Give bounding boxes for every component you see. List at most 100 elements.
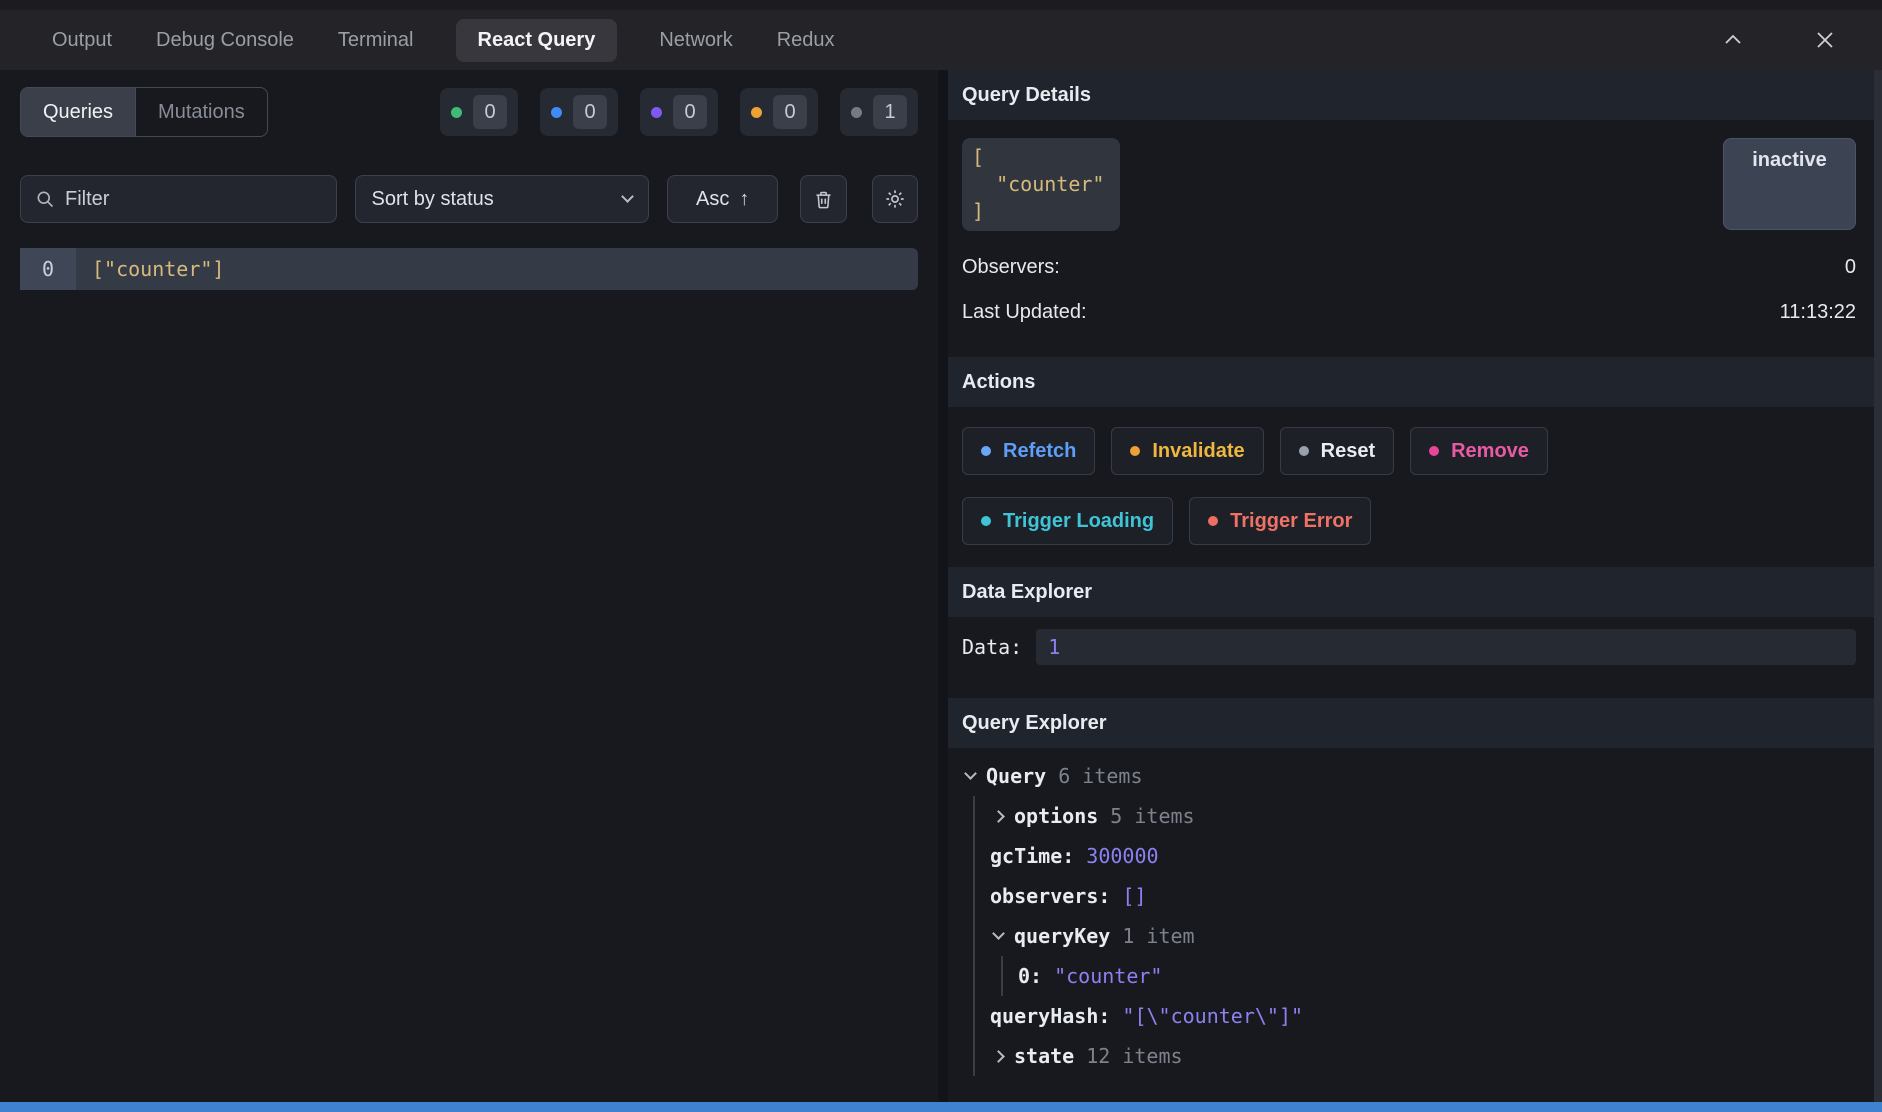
last-updated-label: Last Updated:: [962, 301, 1087, 324]
data-explorer-header: Data Explorer: [948, 567, 1882, 617]
close-icon: [1813, 28, 1837, 52]
last-updated-value: 11:13:22: [1780, 301, 1856, 324]
tree-value: 300000: [1086, 844, 1158, 868]
tree-key: state: [1014, 1044, 1074, 1068]
actions-title: Actions: [962, 371, 1035, 394]
reset-label: Reset: [1321, 440, 1375, 463]
tree-key: 0:: [1018, 964, 1042, 988]
sort-by-select[interactable]: Sort by status: [355, 175, 650, 223]
tree-meta: 5 items: [1110, 804, 1194, 828]
query-explorer-tree: Query 6 items options 5 items gcTime: 30…: [948, 748, 1882, 1076]
tree-meta: 12 items: [1086, 1044, 1182, 1068]
reset-button[interactable]: Reset: [1280, 427, 1394, 475]
trigger-error-label: Trigger Error: [1230, 510, 1352, 533]
tree-row-querykey-0: 0: "counter": [1018, 956, 1856, 996]
query-explorer-title: Query Explorer: [962, 712, 1107, 735]
fresh-count: 0: [473, 95, 507, 129]
stale-count: 0: [773, 95, 807, 129]
trigger-loading-dot-icon: [981, 516, 991, 526]
status-badge-stale[interactable]: 0: [740, 88, 818, 136]
clear-cache-button[interactable]: [800, 175, 846, 223]
tab-output[interactable]: Output: [50, 19, 114, 62]
invalidate-label: Invalidate: [1152, 440, 1244, 463]
gear-icon: [884, 188, 906, 210]
refetch-button[interactable]: Refetch: [962, 427, 1095, 475]
query-key-text: ["counter"]: [76, 248, 918, 290]
tree-key: queryHash:: [990, 1004, 1110, 1028]
query-details-title: Query Details: [962, 84, 1091, 107]
inactive-status-dot-icon: [851, 107, 862, 118]
tree-row-options[interactable]: options 5 items: [990, 796, 1856, 836]
chevron-down-icon[interactable]: [990, 934, 1006, 938]
tree-key: observers:: [990, 884, 1110, 908]
remove-button[interactable]: Remove: [1410, 427, 1548, 475]
tab-terminal[interactable]: Terminal: [336, 19, 416, 62]
sort-by-label: Sort by status: [372, 188, 494, 211]
trigger-loading-button[interactable]: Trigger Loading: [962, 497, 1173, 545]
query-list-row[interactable]: 0 ["counter"]: [20, 248, 918, 290]
query-explorer-header: Query Explorer: [948, 698, 1882, 748]
maximize-panel-button[interactable]: [1716, 23, 1750, 57]
refetch-dot-icon: [981, 446, 991, 456]
tree-row-querykey[interactable]: queryKey 1 item: [990, 916, 1856, 956]
querykey-children: 0: "counter": [1001, 956, 1856, 996]
tree-key: Query: [986, 764, 1046, 788]
tab-debug-console[interactable]: Debug Console: [154, 19, 296, 62]
remove-label: Remove: [1451, 440, 1529, 463]
selected-query-key-block: [ "counter" ]: [962, 138, 1120, 231]
chevron-down-icon: [622, 190, 635, 203]
chevron-right-icon[interactable]: [990, 812, 1006, 821]
trigger-error-button[interactable]: Trigger Error: [1189, 497, 1371, 545]
queries-toggle-button[interactable]: Queries: [21, 88, 136, 136]
tree-value: []: [1122, 884, 1146, 908]
queries-panel: Queries Mutations 0 0 0: [0, 70, 938, 1102]
tree-value: "counter": [1054, 964, 1162, 988]
react-query-devtools-panel: Output Debug Console Terminal React Quer…: [0, 0, 1882, 1112]
filter-search-box: [20, 175, 337, 223]
invalidate-dot-icon: [1130, 446, 1140, 456]
tree-row-queryhash: queryHash: "[\"counter\"]": [990, 996, 1856, 1036]
status-badge-paused[interactable]: 0: [640, 88, 718, 136]
query-status-badge: inactive: [1723, 138, 1856, 230]
filter-input[interactable]: [65, 188, 322, 211]
tree-row-gctime: gcTime: 300000: [990, 836, 1856, 876]
observers-value: 0: [1845, 256, 1856, 279]
query-details-header: Query Details: [948, 70, 1882, 120]
chevron-up-icon: [1721, 28, 1745, 52]
observers-label: Observers:: [962, 256, 1060, 279]
sort-direction-button[interactable]: Asc ↑: [667, 175, 778, 223]
tree-value: "[\"counter\"]": [1122, 1004, 1303, 1028]
fresh-status-dot-icon: [451, 107, 462, 118]
paused-count: 0: [673, 95, 707, 129]
query-list: 0 ["counter"]: [20, 248, 918, 290]
chevron-down-icon[interactable]: [962, 774, 978, 778]
status-badge-inactive[interactable]: 1: [840, 88, 918, 136]
panel-focus-border: [0, 1102, 1882, 1112]
actions-header: Actions: [948, 357, 1882, 407]
tab-redux[interactable]: Redux: [775, 19, 837, 62]
data-value-input[interactable]: [1036, 629, 1856, 665]
settings-button[interactable]: [872, 175, 918, 223]
chevron-right-icon[interactable]: [990, 1052, 1006, 1061]
refetch-label: Refetch: [1003, 440, 1076, 463]
status-badge-fetching[interactable]: 0: [540, 88, 618, 136]
trigger-error-dot-icon: [1208, 516, 1218, 526]
tree-row-query[interactable]: Query 6 items: [962, 756, 1856, 796]
query-details-panel: Query Details [ "counter" ] inactive Obs…: [948, 70, 1882, 1102]
tree-key: options: [1014, 804, 1098, 828]
remove-dot-icon: [1429, 446, 1439, 456]
panel-divider[interactable]: [938, 70, 948, 1102]
close-panel-button[interactable]: [1808, 23, 1842, 57]
tree-row-state[interactable]: state 12 items: [990, 1036, 1856, 1076]
right-panel-scrollbar[interactable]: [1874, 70, 1882, 1102]
tab-network[interactable]: Network: [657, 19, 734, 62]
invalidate-button[interactable]: Invalidate: [1111, 427, 1263, 475]
mutations-toggle-button[interactable]: Mutations: [136, 88, 267, 136]
tab-react-query[interactable]: React Query: [456, 19, 618, 62]
status-badge-fresh[interactable]: 0: [440, 88, 518, 136]
fetching-status-dot-icon: [551, 107, 562, 118]
status-badges: 0 0 0 0 1: [440, 88, 918, 136]
paused-status-dot-icon: [651, 107, 662, 118]
tree-key: gcTime:: [990, 844, 1074, 868]
arrow-up-icon: ↑: [739, 188, 749, 211]
